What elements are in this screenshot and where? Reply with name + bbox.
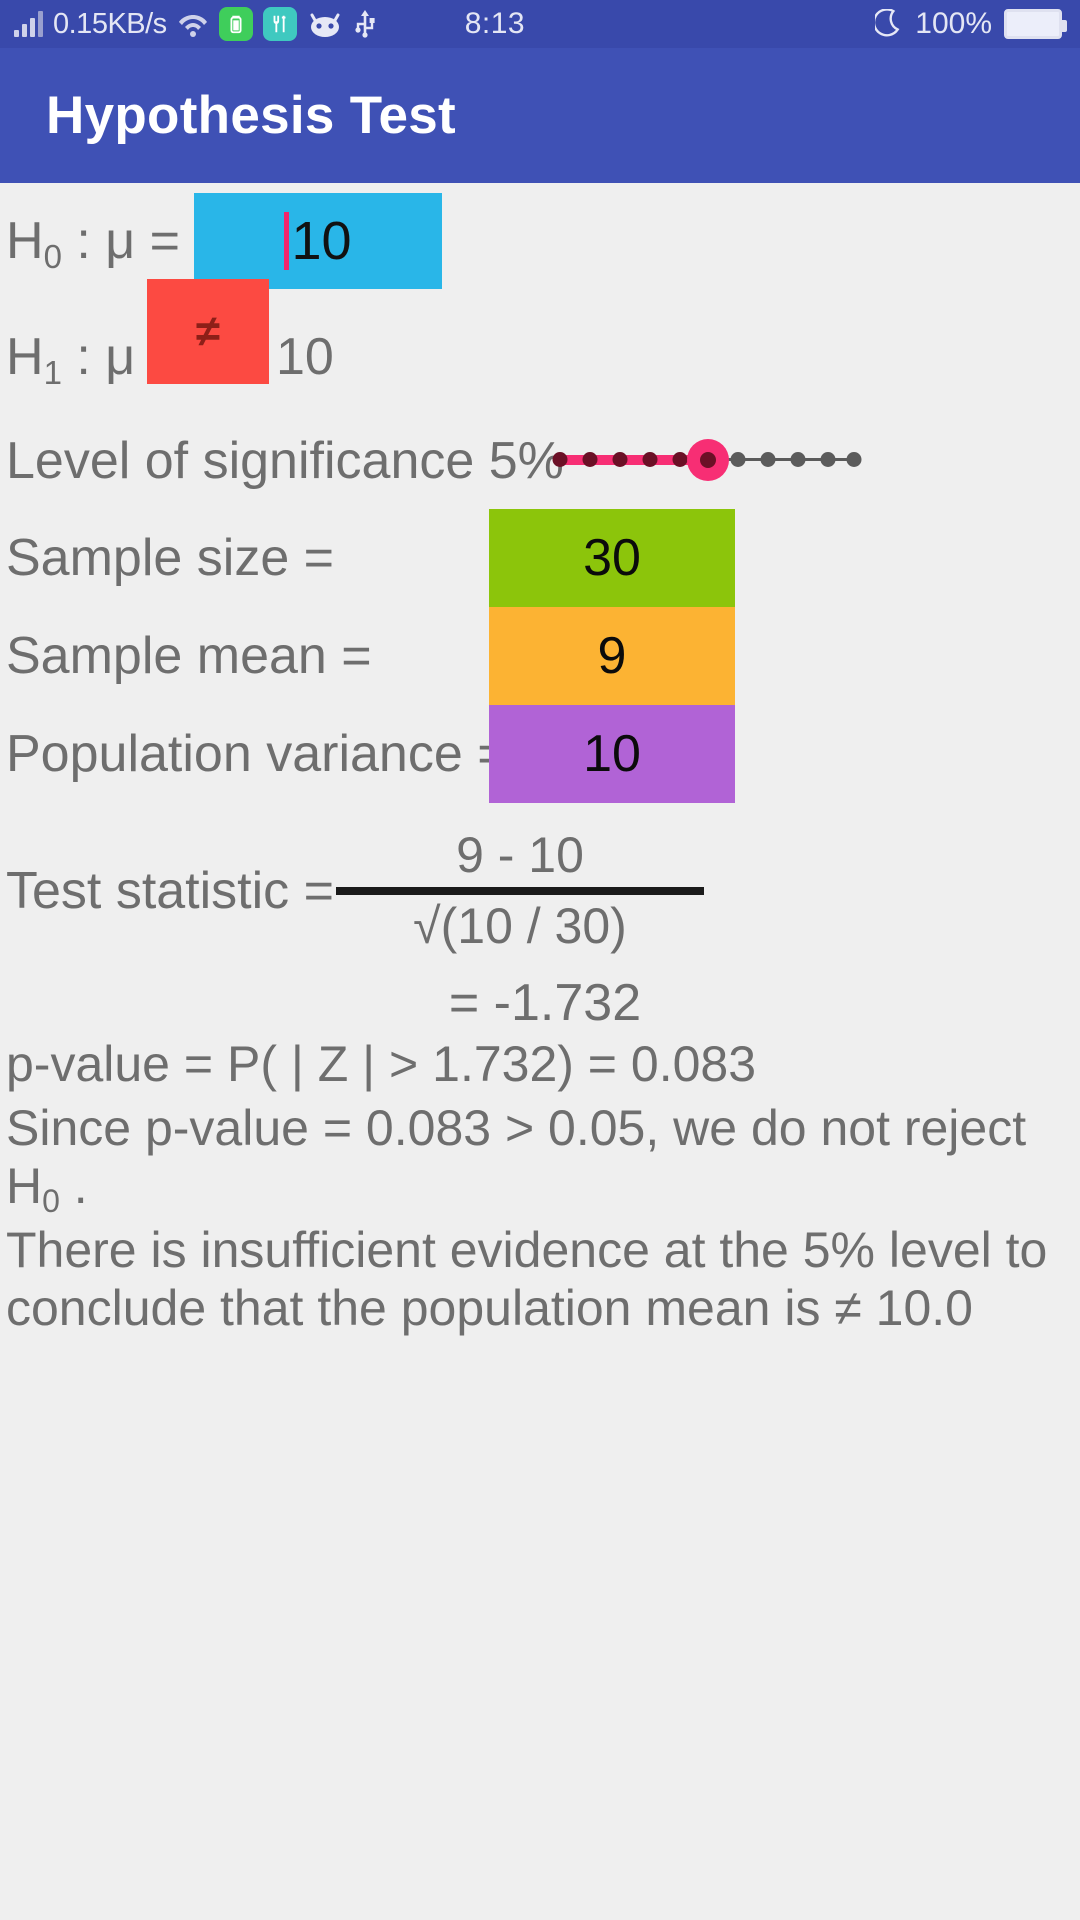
test-statistic-fraction: 9 - 10 √(10 / 30) (336, 826, 704, 956)
alternative-hypothesis-label: H1 : μ (6, 328, 136, 389)
alternative-hypothesis-label-suffix: : μ (61, 328, 136, 386)
fraction-denominator: √(10 / 30) (413, 898, 627, 954)
signal-bars-icon (14, 11, 43, 37)
decision-line: Since p-value = 0.083 > 0.05, we do not … (0, 1099, 1080, 1219)
p-value-line: p-value = P( | Z | > 1.732) = 0.083 (6, 1036, 757, 1092)
fraction-numerator: 9 - 10 (456, 827, 584, 883)
conclusion-line: There is insufficient evidence at the 5%… (6, 1222, 1048, 1336)
slider-tick (730, 452, 746, 467)
slider-tick (582, 452, 598, 467)
slider-tick (612, 452, 628, 467)
wifi-icon (177, 10, 209, 38)
slider-tick (642, 452, 658, 467)
slider-tick (672, 452, 688, 467)
developer-tools-icon (262, 7, 297, 41)
population-variance-label: Population variance = (6, 725, 508, 783)
population-variance-row: Population variance = 10 (0, 705, 1080, 803)
decision-text-part1: Since p-value = 0.083 > 0.05, we do not … (6, 1100, 1027, 1214)
sample-mean-label: Sample mean = (6, 627, 372, 685)
cyanogenmod-mascot-icon (307, 10, 343, 38)
alternative-hypothesis-label-prefix: H (6, 328, 44, 386)
null-hypothesis-label-suffix: : μ = (61, 212, 181, 270)
sample-mean-row: Sample mean = 9 (0, 607, 1080, 705)
battery-full-icon (1004, 9, 1067, 39)
clock-label: 8:13 (464, 7, 526, 40)
battery-saver-icon (218, 7, 253, 41)
population-variance-input[interactable]: 10 (489, 705, 735, 803)
null-hypothesis-value: 10 (291, 211, 352, 271)
page-title: Hypothesis Test (46, 86, 456, 145)
app-bar: Hypothesis Test (0, 48, 1080, 183)
slider-tick (820, 452, 836, 467)
null-hypothesis-label-subscript: 0 (43, 238, 62, 275)
significance-slider[interactable] (552, 439, 862, 481)
network-speed-label: 0.15KB/s (53, 7, 167, 40)
alternative-hypothesis-row: H1 : μ ≠ 10 (0, 279, 1080, 413)
status-bar: 0.15KB/s 8:13 100% (0, 0, 1080, 48)
sample-mean-input[interactable]: 9 (489, 607, 735, 705)
alternative-hypothesis-label-subscript: 1 (43, 354, 62, 391)
significance-label: Level of significance 5% (6, 432, 564, 490)
slider-tick (846, 452, 862, 467)
status-bar-right-group: 100% (873, 7, 1067, 41)
sample-size-input[interactable]: 30 (489, 509, 735, 607)
decision-subscript: 0 (42, 1183, 60, 1219)
slider-tick (552, 452, 568, 467)
significance-row: Level of significance 5% (0, 413, 1080, 509)
slider-thumb[interactable] (687, 439, 729, 481)
test-statistic-label: Test statistic = (6, 862, 334, 920)
test-statistic-value: = -1.732 (448, 974, 642, 1032)
fraction-bar (336, 887, 704, 895)
null-hypothesis-label: H0 : μ = (6, 212, 181, 273)
alternative-operator-spinner[interactable]: ≠ (147, 279, 269, 384)
do-not-disturb-moon-icon (873, 8, 903, 39)
decision-text-part2: . (59, 1158, 88, 1214)
text-cursor (284, 212, 290, 270)
slider-tick (790, 452, 806, 467)
battery-percent-label: 100% (915, 7, 992, 40)
test-statistic-result-row: = -1.732 (0, 977, 1080, 1029)
null-hypothesis-value-input[interactable]: 10 (194, 193, 442, 289)
sample-size-row: Sample size = 30 (0, 509, 1080, 607)
null-hypothesis-label-prefix: H (6, 212, 44, 270)
status-bar-left-group: 0.15KB/s 8:13 (14, 7, 525, 41)
slider-tick (760, 452, 776, 467)
alternative-hypothesis-value: 10 (276, 328, 334, 386)
test-statistic-row: Test statistic = 9 - 10 √(10 / 30) (0, 811, 1080, 971)
main-content: H0 : μ = 10 H1 : μ ≠ 10 Level of signifi… (0, 183, 1080, 1337)
usb-icon (353, 8, 381, 40)
sample-size-label: Sample size = (6, 529, 335, 587)
